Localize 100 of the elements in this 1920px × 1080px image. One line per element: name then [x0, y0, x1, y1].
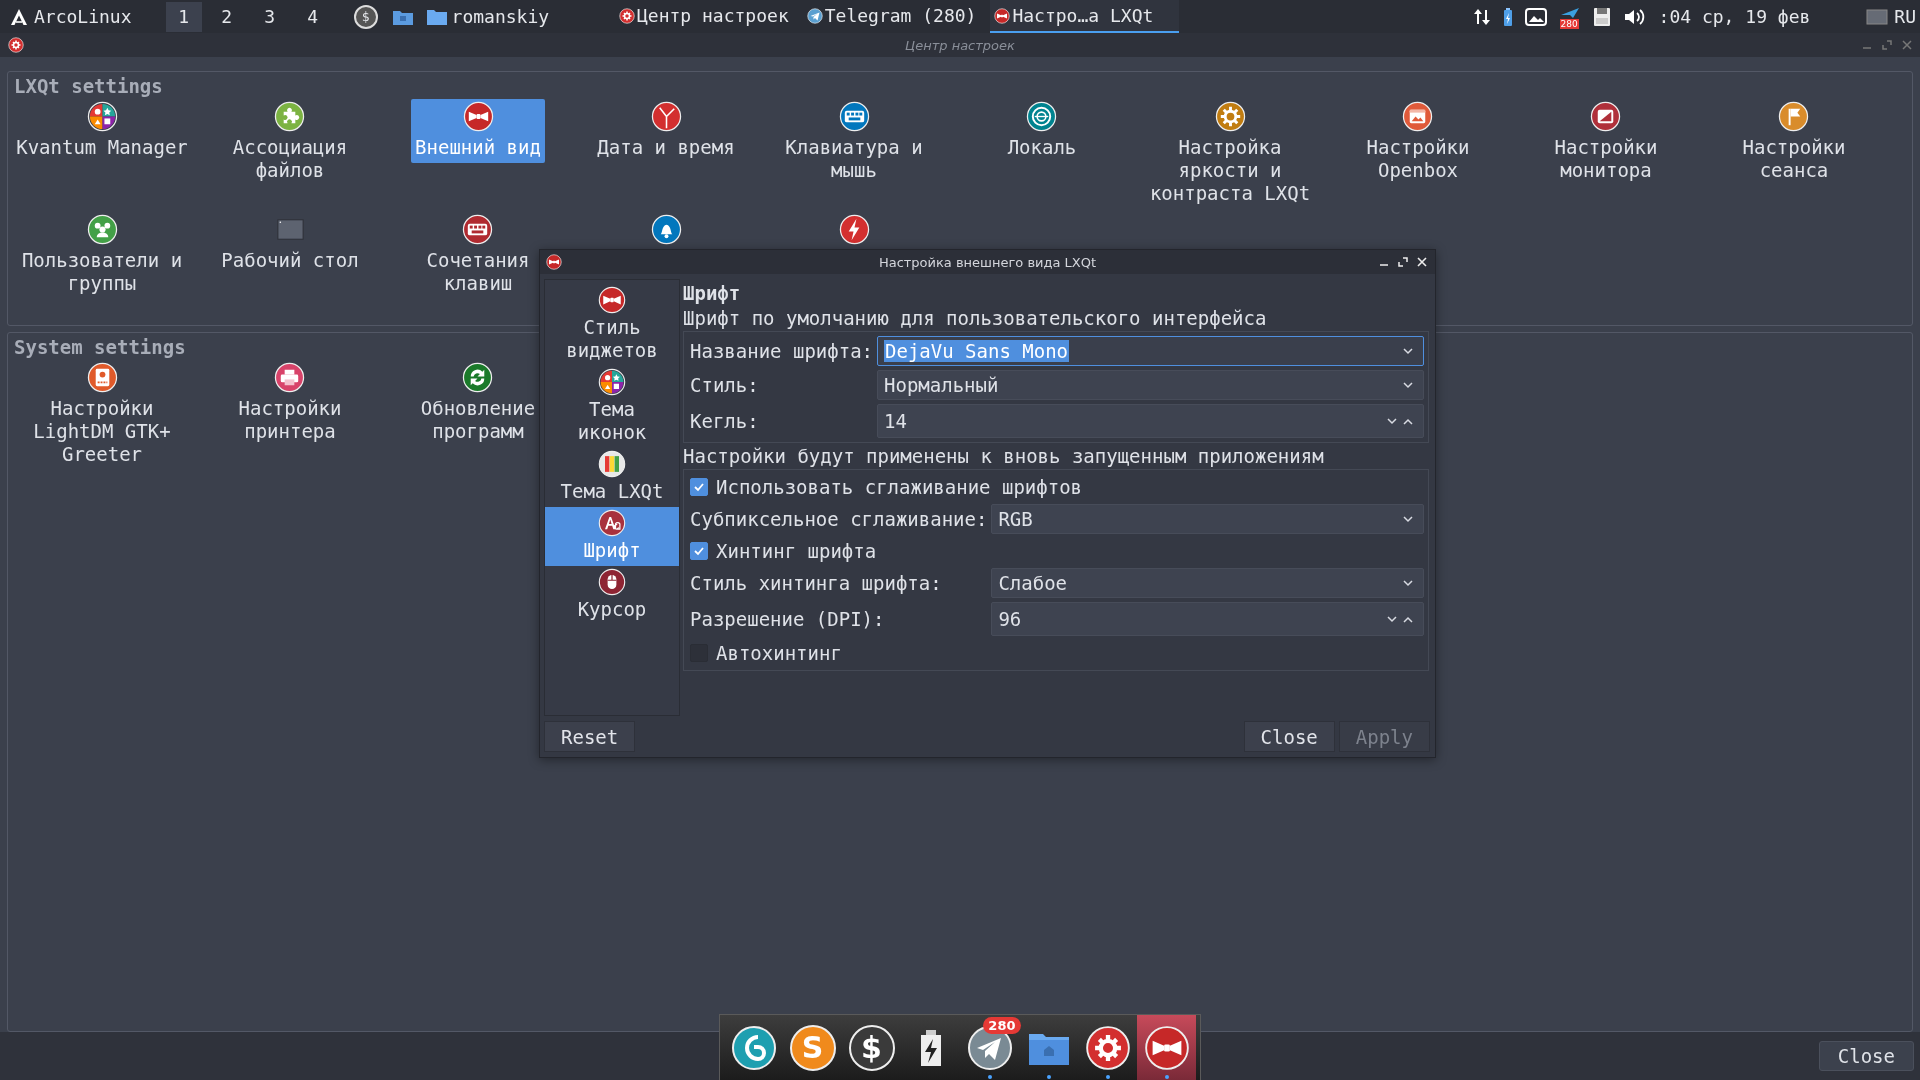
workspace-button[interactable]: 3 — [251, 1, 288, 32]
keyboard-icon — [838, 101, 870, 132]
bow-tie-icon — [462, 101, 494, 132]
id-card-icon — [86, 362, 118, 393]
category-item[interactable]: Тема иконок — [545, 366, 679, 448]
settings-item[interactable]: Локаль — [1003, 99, 1081, 163]
taskbar-button[interactable]: Центр настроек — [615, 0, 797, 33]
mouse-icon — [598, 568, 626, 596]
field-label: Стиль: — [690, 374, 760, 396]
settings-item[interactable]: Настройки Openbox — [1362, 99, 1474, 186]
chevron-down-icon — [1403, 579, 1413, 587]
checkbox[interactable] — [690, 478, 708, 496]
settings-item[interactable]: Клавиатура и мышь — [781, 99, 927, 186]
chevron-down-icon — [1387, 615, 1397, 623]
launcher-button[interactable]: ArcoLinux — [10, 6, 132, 27]
field-label: Разрешение (DPI): — [690, 608, 886, 630]
dock-item[interactable] — [1137, 1015, 1196, 1080]
bell-icon — [650, 214, 682, 245]
screen-icon — [1590, 101, 1622, 132]
chevron-down-icon — [1387, 417, 1397, 425]
dropdown-field[interactable]: RGB — [991, 504, 1424, 534]
bow-tie-icon — [546, 254, 562, 270]
settings-item[interactable]: Дата и время — [593, 99, 739, 163]
shapes-icon — [598, 368, 626, 396]
field-label: Стиль хинтинга шрифта: — [690, 572, 943, 594]
dialog-button[interactable]: Close — [1243, 721, 1335, 752]
settings-item[interactable]: Настройка яркости и контраста LXQt — [1145, 99, 1315, 209]
settings-item[interactable]: Пользователи и группы — [17, 212, 187, 299]
window-title: Центр настроек — [905, 37, 1015, 53]
check-icon — [693, 481, 705, 493]
dropdown-field[interactable]: Нормальный — [877, 370, 1424, 400]
taskbar-button[interactable]: Настро…а LXQt — [990, 0, 1180, 33]
dialog-button[interactable]: Reset — [544, 721, 636, 752]
speaker-icon[interactable] — [1622, 6, 1645, 27]
dock-item[interactable]: 280 — [960, 1015, 1019, 1080]
settings-item[interactable]: Обновление программ — [416, 360, 540, 447]
keyboard-icon — [462, 214, 494, 245]
checkbox[interactable] — [690, 542, 708, 560]
spin-box[interactable]: 14 — [877, 404, 1424, 438]
chevron-down-icon — [1403, 381, 1413, 389]
spin-box[interactable]: 96 — [991, 602, 1424, 636]
checkbox-option[interactable]: Автохинтинг — [690, 640, 1424, 666]
folder-button[interactable]: romanskiy — [425, 6, 550, 27]
settings-item[interactable]: Настройки LightDM GTK+ Greeter — [29, 360, 175, 470]
shapes-icon — [86, 101, 118, 132]
letters-icon — [598, 509, 626, 537]
triangle-logo-icon — [10, 7, 28, 26]
taskbar-button[interactable]: Telegram (280) — [802, 0, 985, 33]
settings-item[interactable]: Рабочий стол — [217, 212, 363, 276]
chevron-up-icon — [1403, 615, 1413, 623]
chevron-down-icon — [1403, 347, 1413, 355]
group-title: System settings — [14, 336, 186, 358]
bow-tie-icon — [994, 7, 1011, 24]
terminal-icon: $ — [848, 1024, 895, 1071]
settings-item[interactable]: Настройки сеанса — [1738, 99, 1850, 186]
flag-icon — [1778, 101, 1810, 132]
close-button[interactable]: Close — [1818, 1041, 1914, 1071]
window-icon — [1402, 101, 1434, 132]
dropdown-field[interactable]: Слабое — [991, 568, 1424, 598]
workspace-button[interactable]: 1 — [165, 1, 202, 32]
battery-icon[interactable] — [1502, 6, 1513, 27]
notification-badge: 280 — [983, 1016, 1021, 1034]
lightning-icon — [838, 214, 870, 245]
sun-gear-icon — [1214, 101, 1246, 132]
bow-tie-icon — [1143, 1024, 1190, 1071]
category-item[interactable]: Стиль виджетов — [545, 284, 679, 366]
settings-item[interactable]: Настройки монитора — [1550, 99, 1662, 186]
gear-icon — [1084, 1024, 1131, 1071]
refresh-icon — [462, 362, 494, 393]
dock-item[interactable]: $ — [842, 1015, 901, 1080]
category-item[interactable]: Тема LXQt — [545, 448, 679, 507]
clock-icon — [650, 101, 682, 132]
color-bars-icon — [598, 450, 626, 478]
workspace-button[interactable]: 2 — [208, 1, 245, 32]
settings-item[interactable]: Ассоциация файлов — [228, 99, 352, 186]
folder-icon — [425, 7, 448, 26]
printer-icon — [274, 362, 306, 393]
section-description: Шрифт по умолчанию для пользовательского интерфейса — [683, 306, 1268, 331]
field-label: Название шрифта: — [690, 340, 874, 362]
workspace-button[interactable]: 4 — [294, 1, 331, 32]
globe-icon — [1026, 101, 1058, 132]
settings-item[interactable]: Сочетания клавиш — [422, 212, 534, 299]
swirl-icon — [730, 1024, 777, 1071]
gear-icon — [8, 37, 24, 53]
field-label: Субпиксельное сглаживание: — [690, 508, 988, 530]
screen-icon[interactable] — [1524, 6, 1547, 27]
category-item[interactable]: Курсор — [545, 566, 679, 625]
paper-plane-icon — [806, 7, 823, 24]
checkbox-option[interactable]: Использовать сглаживание шрифтов — [690, 474, 1424, 500]
check-icon — [693, 545, 705, 557]
settings-item[interactable]: Kvantum Manager — [12, 99, 192, 163]
puzzle-icon — [274, 101, 306, 132]
keyboard-layout-button[interactable]: RU — [1866, 6, 1916, 27]
checkbox-option[interactable]: Хинтинг шрифта — [690, 538, 1424, 564]
gear-icon — [619, 7, 635, 24]
people-icon — [86, 214, 118, 245]
terminal-icon[interactable]: $ — [353, 4, 378, 29]
group-title: LXQt settings — [14, 75, 163, 97]
settings-item[interactable]: Настройки принтера — [234, 360, 346, 447]
clock[interactable]: :04 ср, 19 фев — [1658, 6, 1811, 27]
